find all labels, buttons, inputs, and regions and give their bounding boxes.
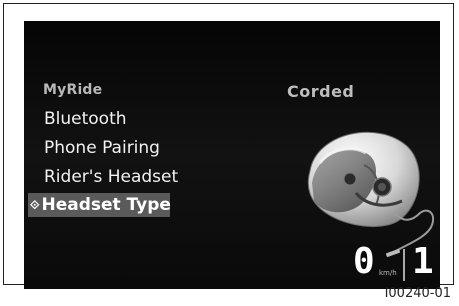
speed-gear-display: 0 km/h 1 bbox=[348, 241, 440, 285]
dashboard-screen: MyRide Bluetooth Phone Pairing Rider's H… bbox=[24, 21, 440, 289]
speed-unit: km/h bbox=[379, 269, 397, 277]
menu-item-headset-type-label: Headset Type bbox=[41, 195, 171, 215]
selection-cursor-icon: ⟐ bbox=[30, 197, 40, 212]
speed-value: 0 bbox=[353, 241, 375, 282]
menu-item-riders-headset[interactable]: Rider's Headset bbox=[44, 167, 178, 187]
headset-type-value: Corded bbox=[287, 82, 355, 101]
menu-item-bluetooth[interactable]: Bluetooth bbox=[44, 109, 127, 129]
menu-item-phone-pairing[interactable]: Phone Pairing bbox=[44, 138, 160, 158]
speed-gear-divider bbox=[403, 249, 405, 281]
gear-indicator: 1 bbox=[412, 241, 434, 282]
menu-item-headset-type[interactable]: ⟐ Headset Type bbox=[28, 193, 171, 217]
menu-category-label: MyRide bbox=[43, 82, 103, 98]
figure-frame: MyRide Bluetooth Phone Pairing Rider's H… bbox=[3, 3, 454, 289]
figure-id-label: I00240-01 bbox=[384, 286, 451, 301]
